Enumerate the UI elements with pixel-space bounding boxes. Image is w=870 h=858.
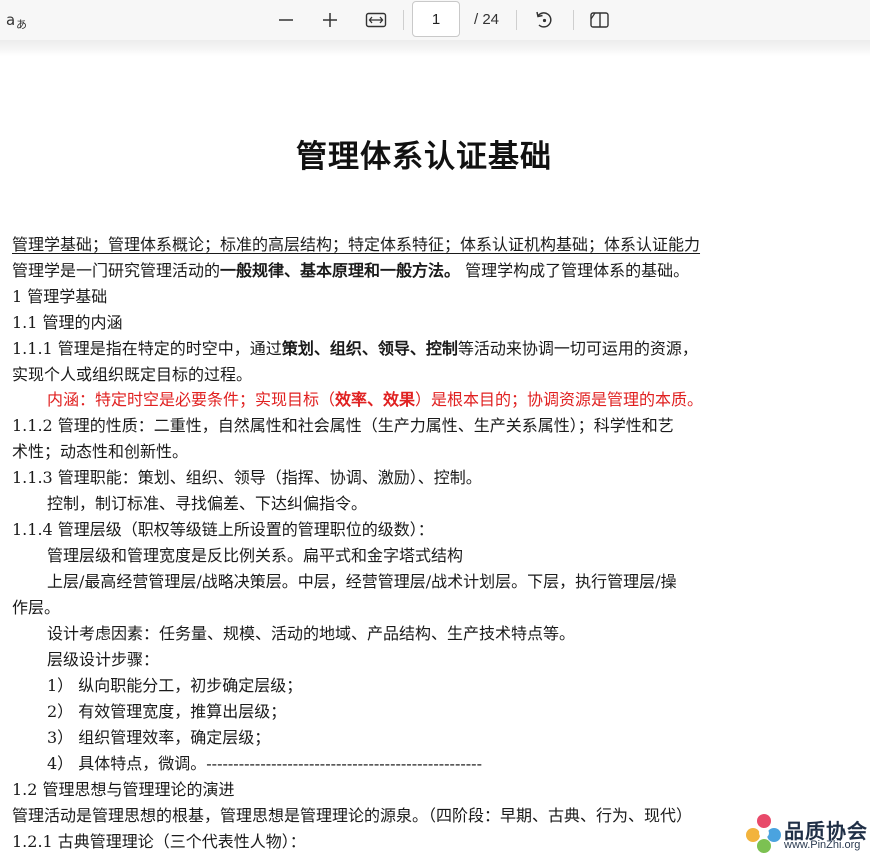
pinzhi-logo-icon bbox=[746, 814, 781, 853]
site-watermark: 品质协会 www.PinZhi.org bbox=[744, 812, 870, 857]
paragraph-1-1-4-a: 管理层级和管理宽度是反比例关系。扁平式和金字塔式结构 bbox=[47, 546, 464, 565]
svg-text:a: a bbox=[6, 11, 15, 29]
intro-text-end: 管理学构成了管理体系的基础。 bbox=[460, 261, 690, 280]
paragraph-1-1-1-cont: 实现个人或组织既定目标的过程。 bbox=[12, 365, 253, 384]
toolbar-separator bbox=[573, 10, 574, 30]
zoom-out-icon[interactable] bbox=[272, 6, 300, 34]
paragraph-1-1-4-b: 上层/最高经营管理层/战略决策层。中层，经营管理层/战术计划层。下层，执行管理层… bbox=[47, 572, 677, 591]
rotate-icon[interactable] bbox=[530, 6, 558, 34]
page-total-label: / 24 bbox=[474, 11, 500, 28]
toolbar-shadow bbox=[0, 40, 870, 56]
toolbar-separator bbox=[403, 10, 404, 30]
paragraph-1-2: 管理活动是管理思想的根基，管理思想是管理理论的源泉。（四阶段：早期、古典、行为、… bbox=[12, 806, 693, 825]
note-text: 内涵：特定时空是必要条件；实现目标（ bbox=[47, 390, 336, 409]
document-page: 管理体系认证基础 管理学基础；管理体系概论；标准的高层结构；特定体系特征；体系认… bbox=[0, 56, 870, 857]
fit-page-icon[interactable] bbox=[362, 6, 390, 34]
page-view-icon[interactable] bbox=[586, 6, 614, 34]
note-text-end: ）是根本目的；协调资源是管理的本质。 bbox=[415, 390, 704, 409]
paragraph-text-end: 等活动来协调一切可运用的资源， bbox=[457, 339, 698, 358]
paragraph-1-1-4-d: 层级设计步骤： bbox=[47, 650, 160, 669]
intro-paragraph: 管理学是一门研究管理活动的一般规律、基本原理和一般方法。 管理学构成了管理体系的… bbox=[12, 261, 689, 281]
document-title: 管理体系认证基础 bbox=[296, 139, 552, 175]
list-item: 3） 组织管理效率，确定层级； bbox=[47, 728, 271, 747]
paragraph-1-1-3-sub: 控制，制订标准、寻找偏差、下达纠偏指令。 bbox=[47, 494, 368, 513]
paragraph-1-1-2: 1.1.2 管理的性质：二重性，自然属性和社会属性（生产力属性、生产关系属性）；… bbox=[12, 416, 674, 435]
svg-text:あ: あ bbox=[16, 18, 27, 31]
paragraph-1-2-1: 1.2.1 古典管理理论（三个代表性人物）： bbox=[12, 832, 306, 851]
list-item: 4） 具体特点，微调。-----------------------------… bbox=[47, 754, 482, 773]
list-item: 1） 纵向职能分工，初步确定层级； bbox=[47, 676, 303, 695]
read-aloud-icon[interactable]: a あ bbox=[4, 6, 32, 34]
paragraph-1-1-1: 1.1.1 管理是指在特定的时空中，通过策划、组织、领导、控制等活动来协调一切可… bbox=[12, 339, 698, 359]
heading-1-2: 1.2 管理思想与管理理论的演进 bbox=[12, 780, 235, 799]
paragraph-1-1-4-b-cont: 作层。 bbox=[12, 598, 61, 617]
connotation-note: 内涵：特定时空是必要条件；实现目标（效率、效果）是根本目的；协调资源是管理的本质… bbox=[47, 390, 703, 410]
pdf-toolbar: a あ / 24 bbox=[0, 0, 870, 40]
intro-bold: 一般规律、基本原理和一般方法。 bbox=[220, 261, 461, 280]
heading-1: 1 管理学基础 bbox=[12, 287, 108, 306]
intro-text: 管理学是一门研究管理活动的 bbox=[12, 261, 221, 280]
toolbar-separator bbox=[516, 10, 517, 30]
heading-1-1: 1.1 管理的内涵 bbox=[12, 313, 123, 332]
note-bold: 效率、效果 bbox=[335, 390, 416, 409]
paragraph-1-1-2-cont: 术性；动态性和创新性。 bbox=[12, 442, 189, 461]
zoom-in-icon[interactable] bbox=[316, 6, 344, 34]
paragraph-1-1-4: 1.1.4 管理层级（职权等级链上所设置的管理职位的级数）： bbox=[12, 520, 434, 539]
watermark-url: www.PinZhi.org bbox=[784, 839, 861, 851]
keywords-line: 管理学基础；管理体系概论；标准的高层结构；特定体系特征；体系认证机构基础；体系认… bbox=[12, 235, 701, 254]
paragraph-text: 1.1.1 管理是指在特定的时空中，通过 bbox=[12, 339, 282, 358]
page-number-input[interactable] bbox=[412, 1, 460, 37]
paragraph-1-1-4-c: 设计考虑因素：任务量、规模、活动的地域、产品结构、生产技术特点等。 bbox=[47, 624, 576, 643]
paragraph-bold: 策划、组织、领导、控制 bbox=[281, 339, 458, 358]
list-item: 2） 有效管理宽度，推算出层级； bbox=[47, 702, 287, 721]
paragraph-1-1-3: 1.1.3 管理职能：策划、组织、领导（指挥、协调、激励）、控制。 bbox=[12, 468, 482, 487]
